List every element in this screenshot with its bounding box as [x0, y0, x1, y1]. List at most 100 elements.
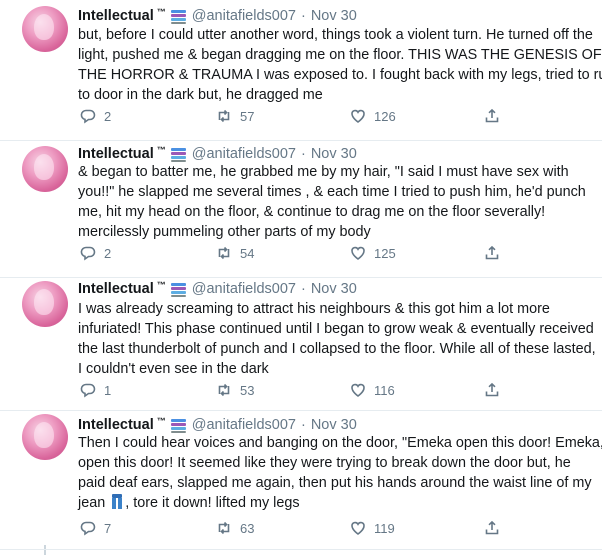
avatar[interactable]	[22, 146, 68, 192]
tweet-actions: 2 54 125	[78, 243, 598, 263]
tweet-2[interactable]: Intellectual ™ @anitafields007 · Nov 30 …	[0, 141, 602, 277]
retweet-count: 63	[240, 520, 255, 536]
tweet-text-line: Then I could hear voices and banging on …	[78, 435, 602, 451]
jeans-icon	[111, 494, 123, 509]
author-handle[interactable]: @anitafields007	[192, 417, 296, 433]
share-button[interactable]	[484, 243, 500, 263]
reply-count: 1	[104, 382, 112, 398]
tweet-date[interactable]: Nov 30	[311, 281, 357, 297]
books-icon	[170, 147, 186, 162]
reply-icon	[80, 109, 96, 124]
like-button[interactable]: 125	[350, 243, 396, 263]
tweet-date[interactable]: Nov 30	[311, 8, 357, 24]
reply-button[interactable]: 2	[80, 243, 111, 263]
tweet-header: Intellectual ™ @anitafields007 · Nov 30	[78, 144, 357, 164]
tweet-text-line: THE HORROR & TRAUMA I was exposed to. I …	[78, 67, 602, 83]
tweet-header: Intellectual ™ @anitafields007 · Nov 30	[78, 279, 357, 299]
separator-dot: ·	[300, 417, 306, 433]
tweet-header: Intellectual ™ @anitafields007 · Nov 30	[78, 415, 357, 435]
tweet-text-fragment: jean	[78, 495, 106, 511]
tweet-text-line: to door in the dark but, he dragged me	[78, 87, 323, 103]
books-icon	[170, 418, 186, 433]
author-name[interactable]: Intellectual	[78, 417, 154, 433]
retweet-button[interactable]: 63	[216, 518, 254, 538]
tweet-text-line: me, hit my head on the floor, & continue…	[78, 204, 546, 220]
reply-icon	[80, 383, 96, 398]
reply-count: 2	[104, 245, 112, 261]
reply-button[interactable]: 2	[80, 106, 111, 126]
tweet-text-line: light, pushed me & began dragging me on …	[78, 47, 602, 63]
like-button[interactable]: 119	[350, 518, 395, 538]
reply-icon	[80, 521, 96, 536]
avatar[interactable]	[22, 281, 68, 327]
tweet-3[interactable]: Intellectual ™ @anitafields007 · Nov 30 …	[0, 278, 602, 410]
trademark-mark: ™	[156, 7, 166, 17]
tweet-header: Intellectual ™ @anitafields007 · Nov 30	[78, 6, 357, 26]
avatar[interactable]	[22, 414, 68, 460]
tweet-text-line: jean , tore it down! lifted my legs	[78, 493, 593, 513]
author-handle[interactable]: @anitafields007	[192, 8, 296, 24]
share-button[interactable]	[484, 106, 500, 126]
tweet-divider	[0, 549, 602, 550]
retweet-icon	[218, 246, 230, 260]
retweet-button[interactable]: 57	[216, 106, 254, 126]
tweet-text-line: mercilessly pummeling other parts of my …	[78, 224, 371, 240]
tweet-text-line: the last thunderbolt of punch and I coll…	[78, 341, 596, 357]
separator-dot: ·	[300, 8, 306, 24]
trademark-mark: ™	[156, 280, 166, 290]
author-handle[interactable]: @anitafields007	[192, 281, 296, 297]
retweet-count: 54	[240, 245, 255, 261]
trademark-mark: ™	[156, 416, 166, 426]
books-icon	[170, 9, 186, 24]
heart-icon	[351, 521, 365, 535]
tweet-text-line: open this door! It seemed like they were…	[78, 455, 571, 471]
tweet-date[interactable]: Nov 30	[311, 146, 357, 162]
author-handle[interactable]: @anitafields007	[192, 146, 296, 162]
retweet-icon	[218, 383, 230, 397]
tweet-text-line: you!!" he slapped me several times , & e…	[78, 184, 586, 200]
retweet-count: 57	[240, 108, 255, 124]
tweet-text: but, before I could utter another word, …	[78, 25, 602, 105]
tweet-text-line: I was already screaming to attract his n…	[78, 301, 550, 317]
tweet-text: Then I could hear voices and banging on …	[78, 433, 602, 513]
share-icon	[485, 108, 499, 123]
reply-count: 2	[104, 108, 112, 124]
tweet-text-line: paid deaf ears, slapped me again, then p…	[78, 475, 592, 491]
like-button[interactable]: 126	[350, 106, 396, 126]
author-name[interactable]: Intellectual	[78, 281, 154, 297]
trademark-mark: ™	[156, 145, 166, 155]
reply-count: 7	[104, 520, 112, 536]
like-count: 126	[374, 108, 396, 124]
tweet-text-fragment: , tore it down! lifted my legs	[125, 495, 300, 511]
tweet-actions: 2 57 126	[78, 106, 598, 126]
reply-button[interactable]: 1	[80, 380, 111, 400]
reply-button[interactable]: 7	[80, 518, 111, 538]
like-count: 119	[374, 520, 395, 536]
share-icon	[485, 245, 499, 260]
share-button[interactable]	[484, 380, 500, 400]
share-button[interactable]	[484, 518, 500, 538]
separator-dot: ·	[300, 146, 306, 162]
avatar[interactable]	[22, 6, 68, 52]
retweet-icon	[218, 521, 230, 535]
tweet-text: & began to batter me, he grabbed me by m…	[78, 162, 593, 242]
author-name[interactable]: Intellectual	[78, 146, 154, 162]
author-name[interactable]: Intellectual	[78, 8, 154, 24]
thread-line	[44, 545, 46, 555]
tweet-1[interactable]: Intellectual ™ @anitafields007 · Nov 30 …	[0, 0, 602, 140]
tweet-text-line: but, before I could utter another word, …	[78, 27, 593, 43]
tweet-4[interactable]: Intellectual ™ @anitafields007 · Nov 30 …	[0, 411, 602, 555]
like-button[interactable]: 116	[350, 380, 395, 400]
tweet-date[interactable]: Nov 30	[311, 417, 357, 433]
retweet-button[interactable]: 54	[216, 243, 254, 263]
tweet-text-line: infuriated! This phase continued until I…	[78, 321, 594, 337]
tweet-actions: 1 53 116	[78, 380, 598, 400]
like-count: 116	[374, 382, 395, 398]
retweet-button[interactable]: 53	[216, 380, 254, 400]
separator-dot: ·	[300, 281, 306, 297]
retweet-count: 53	[240, 382, 255, 398]
tweet-text: I was already screaming to attract his n…	[78, 299, 596, 379]
retweet-icon	[218, 109, 230, 123]
share-icon	[485, 382, 499, 397]
tweet-text-line: & began to batter me, he grabbed me by m…	[78, 164, 569, 180]
